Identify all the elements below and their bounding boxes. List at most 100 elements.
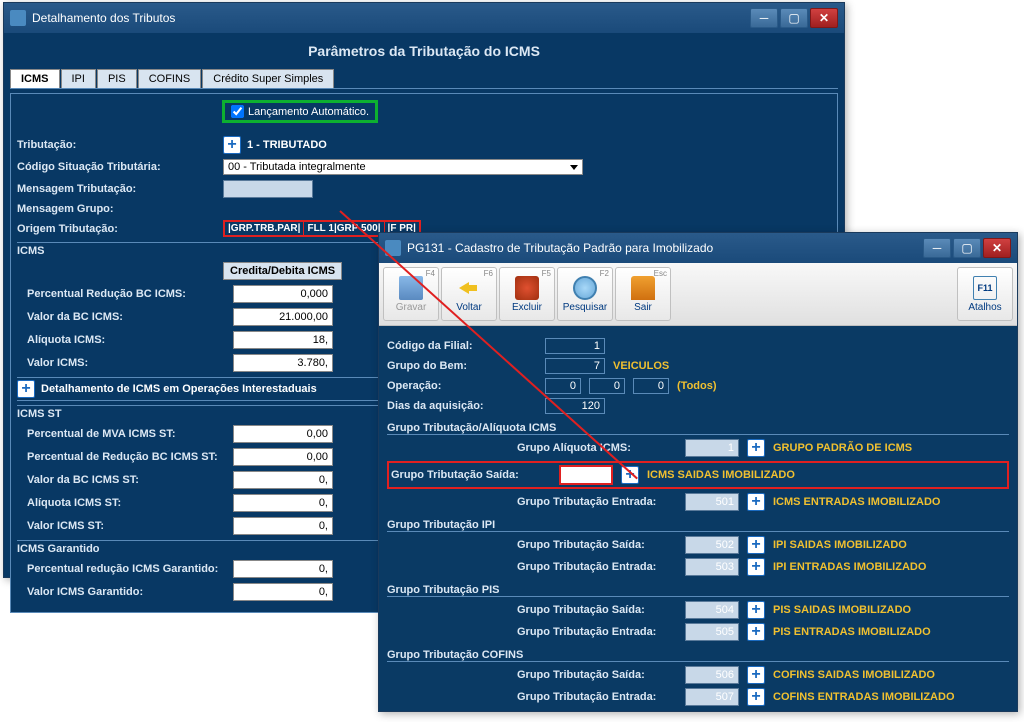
atalhos-button[interactable]: F11Atalhos [957,267,1013,321]
filial-input[interactable]: 1 [545,338,605,354]
filial-label: Código da Filial: [387,340,537,352]
tributacao-row: Grupo Tributação Saída:500+ICMS SAIDAS I… [387,461,1009,489]
minimize-button[interactable]: ─ [750,8,778,28]
titlebar[interactable]: Detalhamento dos Tributos ─ ▢ ✕ [4,3,844,33]
valor-bc-input[interactable]: 21.000,00 [233,308,333,326]
grupo-bem-input[interactable]: 7 [545,358,605,374]
valor-garantido-input[interactable]: 0, [233,583,333,601]
save-icon [399,276,423,300]
valor-garantido-label: Valor ICMS Garantido: [17,586,227,598]
cst-select[interactable]: 00 - Tributada integralmente [223,159,583,175]
tab-cofins[interactable]: COFINS [138,69,202,88]
grupo-desc: GRUPO PADRÃO DE ICMS [773,442,912,454]
tributacao-row: Grupo Tributação Saída:502+IPI SAIDAS IM… [387,536,1009,554]
tributacao-value: 1 - TRIBUTADO [247,139,327,151]
mva-icms-st-label: Percentual de MVA ICMS ST: [17,428,227,440]
tab-pis[interactable]: PIS [97,69,137,88]
tab-ipi[interactable]: IPI [61,69,96,88]
maximize-button[interactable]: ▢ [780,8,808,28]
grupo-input[interactable]: 502 [685,536,739,554]
msg-tributacao-label: Mensagem Tributação: [17,183,217,195]
window-title: Detalhamento dos Tributos [32,11,750,25]
detalhamento-plus-icon[interactable]: + [17,380,35,398]
grupo-input[interactable]: 501 [685,493,739,511]
perc-red-bc-input[interactable]: 0,000 [233,285,333,303]
operacao-label: Operação: [387,380,537,392]
grupo-input[interactable]: 503 [685,558,739,576]
tributacao-row: Grupo Alíquota ICMS:1+GRUPO PADRÃO DE IC… [387,439,1009,457]
credita-debita-icms-button[interactable]: Credita/Debita ICMS [223,262,342,280]
valor-st-input[interactable]: 0, [233,517,333,535]
mva-icms-st-input[interactable]: 0,00 [233,425,333,443]
f11-icon: F11 [973,276,997,300]
grupo-desc: PIS SAIDAS IMOBILIZADO [773,604,911,616]
excluir-button[interactable]: F5Excluir [499,267,555,321]
tributacao-row: Grupo Tributação Entrada:507+COFINS ENTR… [387,688,1009,706]
sair-button[interactable]: EscSair [615,267,671,321]
plus-icon[interactable]: + [747,666,765,684]
perc-red-garantido-input[interactable]: 0, [233,560,333,578]
plus-icon[interactable]: + [747,439,765,457]
section-title: Grupo Tributação COFINS [387,649,1009,662]
grupo-input[interactable]: 507 [685,688,739,706]
grupo-input[interactable]: 506 [685,666,739,684]
tributacao-label: Tributação: [17,139,217,151]
pesquisar-button[interactable]: F2Pesquisar [557,267,613,321]
plus-icon[interactable]: + [747,688,765,706]
tab-icms[interactable]: ICMS [10,69,60,88]
plus-icon[interactable]: + [747,558,765,576]
grupo-bem-desc: VEICULOS [613,360,669,372]
maximize-button[interactable]: ▢ [953,238,981,258]
close-button[interactable]: ✕ [810,8,838,28]
window-title: PG131 - Cadastro de Tributação Padrão pa… [407,241,923,255]
dias-input[interactable]: 120 [545,398,605,414]
tributacao-row: Grupo Tributação Saída: 506 + COFINS SAIDAS… [387,666,1009,684]
row-label: Grupo Tributação Saída: [517,669,677,681]
plus-icon[interactable]: + [747,536,765,554]
tributacao-row: Grupo Tributação Entrada:505+PIS ENTRADA… [387,623,1009,641]
lancamento-automatico-label: Lançamento Automático. [248,106,369,118]
operacao-desc: (Todos) [677,380,717,392]
titlebar[interactable]: PG131 - Cadastro de Tributação Padrão pa… [379,233,1017,263]
operacao-input-1[interactable]: 0 [545,378,581,394]
perc-red-bc-st-input[interactable]: 0,00 [233,448,333,466]
row-label: Grupo Tributação Entrada: [517,561,677,573]
valor-bc-st-input[interactable]: 0, [233,471,333,489]
origem-tributacao-label: Origem Tributação: [17,223,217,235]
valor-bc-label: Valor da BC ICMS: [17,311,227,323]
grupo-input[interactable]: 505 [685,623,739,641]
plus-icon[interactable]: + [747,623,765,641]
close-button[interactable]: ✕ [983,238,1011,258]
grupo-desc: COFINS SAIDAS IMOBILIZADO [773,669,935,681]
lancamento-automatico-checkbox[interactable] [231,105,244,118]
tributacao-row: Grupo Tributação Entrada:503+IPI ENTRADA… [387,558,1009,576]
tab-credito-super-simples[interactable]: Crédito Super Simples [202,69,334,88]
operacao-input-2[interactable]: 0 [589,378,625,394]
cst-label: Código Situação Tributária: [17,161,217,173]
aliquota-st-input[interactable]: 0, [233,494,333,512]
valor-icms-input[interactable]: 3.780, [233,354,333,372]
grupo-desc: IPI SAIDAS IMOBILIZADO [773,539,907,551]
minimize-button[interactable]: ─ [923,238,951,258]
plus-icon[interactable]: + [621,466,639,484]
row-label: Grupo Tributação Saída: [517,604,677,616]
aliquota-icms-input[interactable]: 18, [233,331,333,349]
msg-tributacao-input[interactable] [223,180,313,198]
lancamento-automatico-wrap: Lançamento Automático. [222,100,378,123]
voltar-button[interactable]: F6Voltar [441,267,497,321]
section-title: Grupo Tributação/Alíquota ICMS [387,422,1009,435]
grupo-input[interactable]: 504 [685,601,739,619]
tributacao-plus-icon[interactable]: + [223,136,241,154]
window-pg131-cadastro: PG131 - Cadastro de Tributação Padrão pa… [378,232,1018,712]
search-icon [573,276,597,300]
grupo-input[interactable]: 1 [685,439,739,457]
row-label: Grupo Tributação Entrada: [517,691,677,703]
operacao-input-3[interactable]: 0 [633,378,669,394]
plus-icon[interactable]: + [747,493,765,511]
back-arrow-icon [457,276,481,300]
grupo-input[interactable]: 500 [559,465,613,485]
section-title: Grupo Tributação PIS [387,584,1009,597]
tabs: ICMS IPI PIS COFINS Crédito Super Simple… [10,69,838,89]
plus-icon[interactable]: + [747,601,765,619]
valor-bc-st-label: Valor da BC ICMS ST: [17,474,227,486]
